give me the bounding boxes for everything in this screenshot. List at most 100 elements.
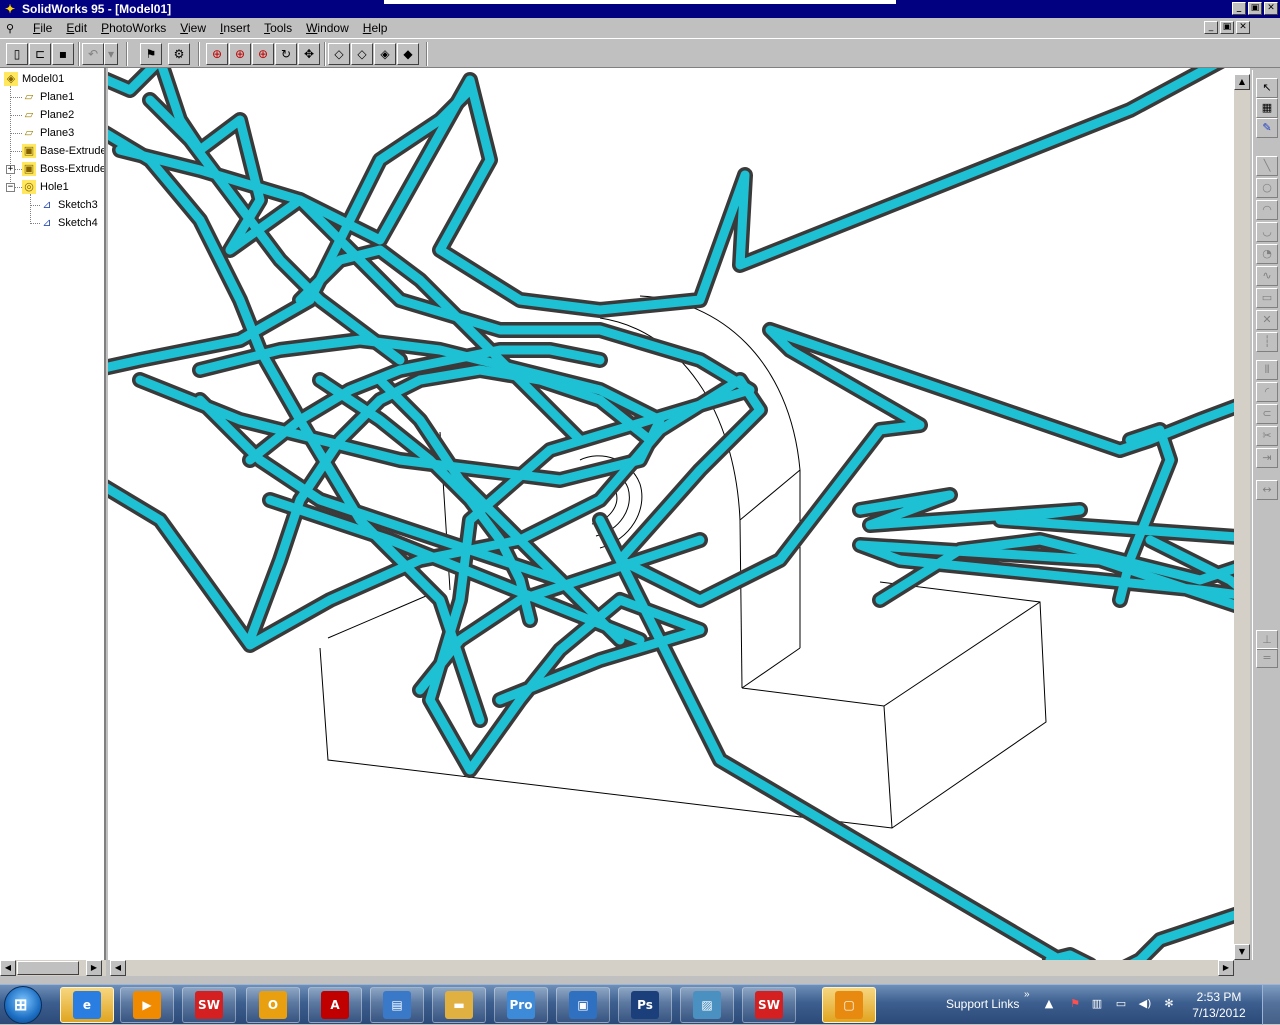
rectangle-tool-icon[interactable]: ▭	[1256, 288, 1278, 308]
tree-item-sketch3[interactable]: ⊿ Sketch3	[40, 196, 97, 214]
menu-tools[interactable]: Tools	[257, 21, 299, 35]
sketch-pencil-icon[interactable]: ✎	[1256, 118, 1278, 138]
taskbar-app-button[interactable]: e	[60, 987, 114, 1023]
scroll-right-button[interactable]: ▶	[1218, 960, 1234, 976]
tangent-arc-icon[interactable]: ◡	[1256, 222, 1278, 242]
network-icon[interactable]: ▥	[1090, 997, 1104, 1011]
open-folder-icon[interactable]: ⊏	[29, 43, 51, 65]
tree-item-plane1[interactable]: ▱ Plane1	[22, 88, 75, 106]
document-pin-icon[interactable]: ⚲	[6, 22, 20, 35]
zoom-in-out-icon[interactable]: ⊕	[229, 43, 251, 65]
tree-item-model01[interactable]: ◈ Model01	[4, 70, 64, 88]
toolbar-chevron[interactable]: »	[1024, 989, 1030, 1000]
vertical-scrollbar[interactable]: ▲ ▼	[1234, 74, 1250, 960]
taskbar-app-button[interactable]: O	[246, 987, 300, 1023]
save-disk-icon[interactable]: ▪	[52, 43, 74, 65]
extend-tool-icon[interactable]: ⇥	[1256, 448, 1278, 468]
tree-horizontal-scrollbar[interactable]: ◀ ▶	[0, 960, 106, 976]
offset-tool-icon[interactable]: ⊂	[1256, 404, 1278, 424]
system-clock[interactable]: 2:53 PM 7/13/2012	[1184, 989, 1254, 1021]
options-icon[interactable]: ⚙	[168, 43, 190, 65]
taskbar-app-button[interactable]: Ps	[618, 987, 672, 1023]
taskbar-app-button[interactable]: ▶	[120, 987, 174, 1023]
maximize-button[interactable]: ▣	[1248, 2, 1262, 15]
taskbar-app-button[interactable]: ▢	[822, 987, 876, 1023]
taskbar-app-button[interactable]: ▤	[370, 987, 424, 1023]
taskbar-app-button[interactable]: Pro	[494, 987, 548, 1023]
grid-icon[interactable]: ▦	[1256, 98, 1278, 118]
minimize-button[interactable]: _	[1232, 2, 1246, 15]
show-hidden-icons-icon[interactable]: ▲	[1042, 997, 1056, 1011]
undo-icon[interactable]: ↶	[82, 43, 104, 65]
centerpoint-arc-icon[interactable]: ◔	[1256, 244, 1278, 264]
tree-item-boss-extrude1[interactable]: ▣ Boss-Extrude1	[22, 160, 104, 178]
tree-item-plane3[interactable]: ▱ Plane3	[22, 124, 75, 142]
zoom-fit-icon[interactable]: ⊕	[206, 43, 228, 65]
line-tool-icon[interactable]: ╲	[1256, 156, 1278, 176]
spline-tool-icon[interactable]: ∿	[1256, 266, 1278, 286]
scroll-down-button[interactable]: ▼	[1234, 944, 1250, 960]
menu-photoworks[interactable]: PhotoWorks	[94, 21, 173, 35]
trim-tool-icon[interactable]: ✂	[1256, 426, 1278, 446]
hidden-lines-view-icon[interactable]: ◇	[351, 43, 373, 65]
tree-collapse-toggle[interactable]: −	[6, 183, 15, 192]
document-restore-button[interactable]: ▣	[1220, 21, 1234, 34]
tree-scroll-left-button[interactable]: ◀	[0, 960, 16, 976]
scroll-left-button[interactable]: ◀	[110, 960, 126, 976]
tree-item-sketch4[interactable]: ⊿ Sketch4	[40, 214, 97, 232]
window-title-bar[interactable]: ✦ SolidWorks 95 - [Model01] _ ▣ ✕	[0, 0, 1280, 18]
menu-view[interactable]: View	[173, 21, 213, 35]
circle-tool-icon[interactable]: ○	[1256, 178, 1278, 198]
mirror-tool-icon[interactable]: ⫴	[1256, 360, 1278, 380]
taskbar-app-button[interactable]: ▬	[432, 987, 486, 1023]
rebuild-traffic-light-icon[interactable]: ⚑	[140, 43, 162, 65]
bluetooth-icon[interactable]: ✻	[1162, 997, 1176, 1011]
tree-scroll-right-button[interactable]: ▶	[86, 960, 102, 976]
hidden-removed-view-icon[interactable]: ◈	[374, 43, 396, 65]
select-arrow-icon[interactable]: ↖	[1256, 78, 1278, 98]
display-icon[interactable]: ▭	[1114, 997, 1128, 1011]
model-canvas[interactable]	[108, 68, 1250, 960]
pan-view-icon[interactable]: ✥	[298, 43, 320, 65]
new-document-icon[interactable]: ▯	[6, 43, 28, 65]
taskbar-app-button[interactable]: SW	[182, 987, 236, 1023]
document-minimize-button[interactable]: _	[1204, 21, 1218, 34]
fillet-tool-icon[interactable]: ◜	[1256, 382, 1278, 402]
solidworks-app-icon[interactable]: ✦	[2, 1, 18, 17]
horizontal-scrollbar[interactable]: ◀ ▶	[110, 960, 1234, 976]
taskbar-app-button[interactable]: A	[308, 987, 362, 1023]
menu-edit[interactable]: Edit	[59, 21, 94, 35]
close-button[interactable]: ✕	[1264, 2, 1278, 15]
tree-expand-toggle[interactable]: +	[6, 165, 15, 174]
taskbar-app-button[interactable]: SW	[742, 987, 796, 1023]
shaded-view-icon[interactable]: ◆	[397, 43, 419, 65]
document-close-button[interactable]: ✕	[1236, 21, 1250, 34]
menu-help[interactable]: Help	[356, 21, 395, 35]
taskbar-app-button[interactable]: ▣	[556, 987, 610, 1023]
equal-relation-icon[interactable]: =	[1256, 648, 1278, 668]
volume-icon[interactable]: ◀)	[1138, 997, 1152, 1011]
tree-item-plane2[interactable]: ▱ Plane2	[22, 106, 75, 124]
start-button[interactable]: ⊞	[4, 986, 42, 1024]
tree-scroll-thumb[interactable]	[17, 961, 79, 975]
scroll-up-button[interactable]: ▲	[1234, 74, 1250, 90]
zoom-area-icon[interactable]: ⊕	[252, 43, 274, 65]
tree-item-hole1[interactable]: ◎ Hole1	[22, 178, 69, 196]
support-links-toolbar[interactable]: Support Links	[946, 997, 1019, 1011]
tree-item-base-extrude[interactable]: ▣ Base-Extrude	[22, 142, 104, 160]
taskbar-app-button[interactable]: ▨	[680, 987, 734, 1023]
centerline-tool-icon[interactable]: ┆	[1256, 332, 1278, 352]
undo-dropdown-icon[interactable]: ▾	[104, 43, 118, 65]
menu-insert[interactable]: Insert	[213, 21, 257, 35]
menu-window[interactable]: Window	[299, 21, 356, 35]
point-tool-icon[interactable]: ✕	[1256, 310, 1278, 330]
arc-tool-icon[interactable]: ◠	[1256, 200, 1278, 220]
menu-file[interactable]: File	[26, 21, 59, 35]
rotate-view-icon[interactable]: ↻	[275, 43, 297, 65]
graphics-area[interactable]	[108, 68, 1250, 960]
action-center-flag-icon[interactable]: ⚑	[1068, 997, 1082, 1011]
wireframe-view-icon[interactable]: ◇	[328, 43, 350, 65]
relation-tool-icon[interactable]: ⊥	[1256, 630, 1278, 650]
show-desktop-button[interactable]	[1262, 985, 1280, 1025]
dimension-tool-icon[interactable]: ↔	[1256, 480, 1278, 500]
